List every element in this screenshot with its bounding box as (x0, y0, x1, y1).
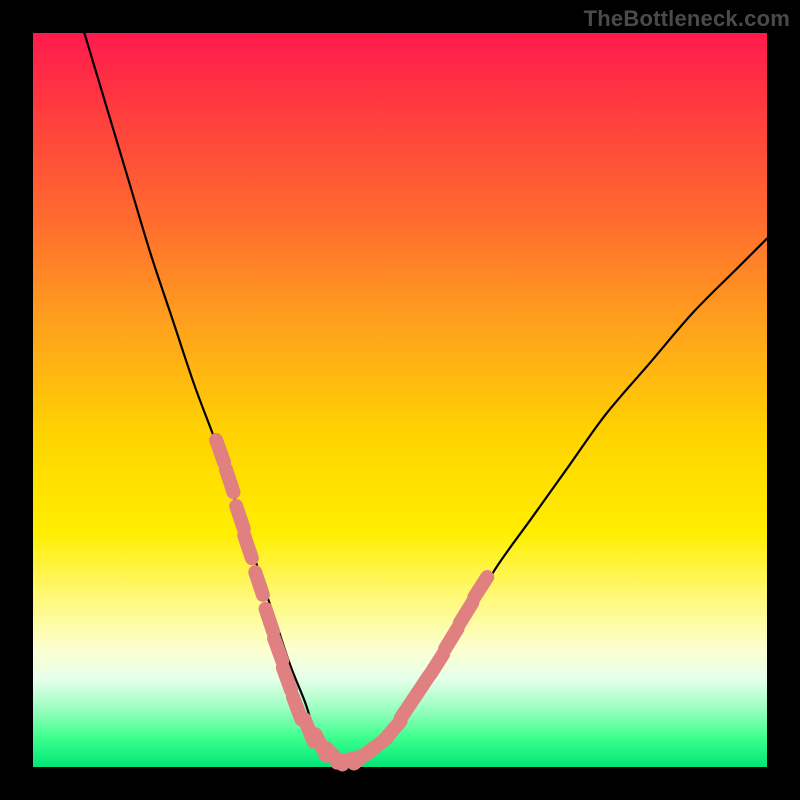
chart-plot-area (33, 33, 767, 767)
curve-marker (274, 638, 282, 661)
curve-marker (236, 506, 244, 529)
bottleneck-curve (84, 33, 767, 761)
watermark-text: TheBottleneck.com (584, 6, 790, 32)
curve-marker (445, 628, 458, 648)
curve-marker (255, 572, 263, 595)
curve-layer (84, 33, 767, 761)
curve-marker (474, 577, 487, 597)
curve-marker (244, 535, 252, 558)
curve-marker (430, 654, 443, 674)
curve-marker (283, 668, 291, 691)
marker-layer (216, 440, 487, 764)
curve-marker (216, 440, 224, 463)
chart-frame: TheBottleneck.com (0, 0, 800, 800)
curve-marker (226, 469, 234, 492)
curve-marker (460, 603, 473, 623)
chart-svg (33, 33, 767, 767)
curve-marker (266, 609, 274, 632)
